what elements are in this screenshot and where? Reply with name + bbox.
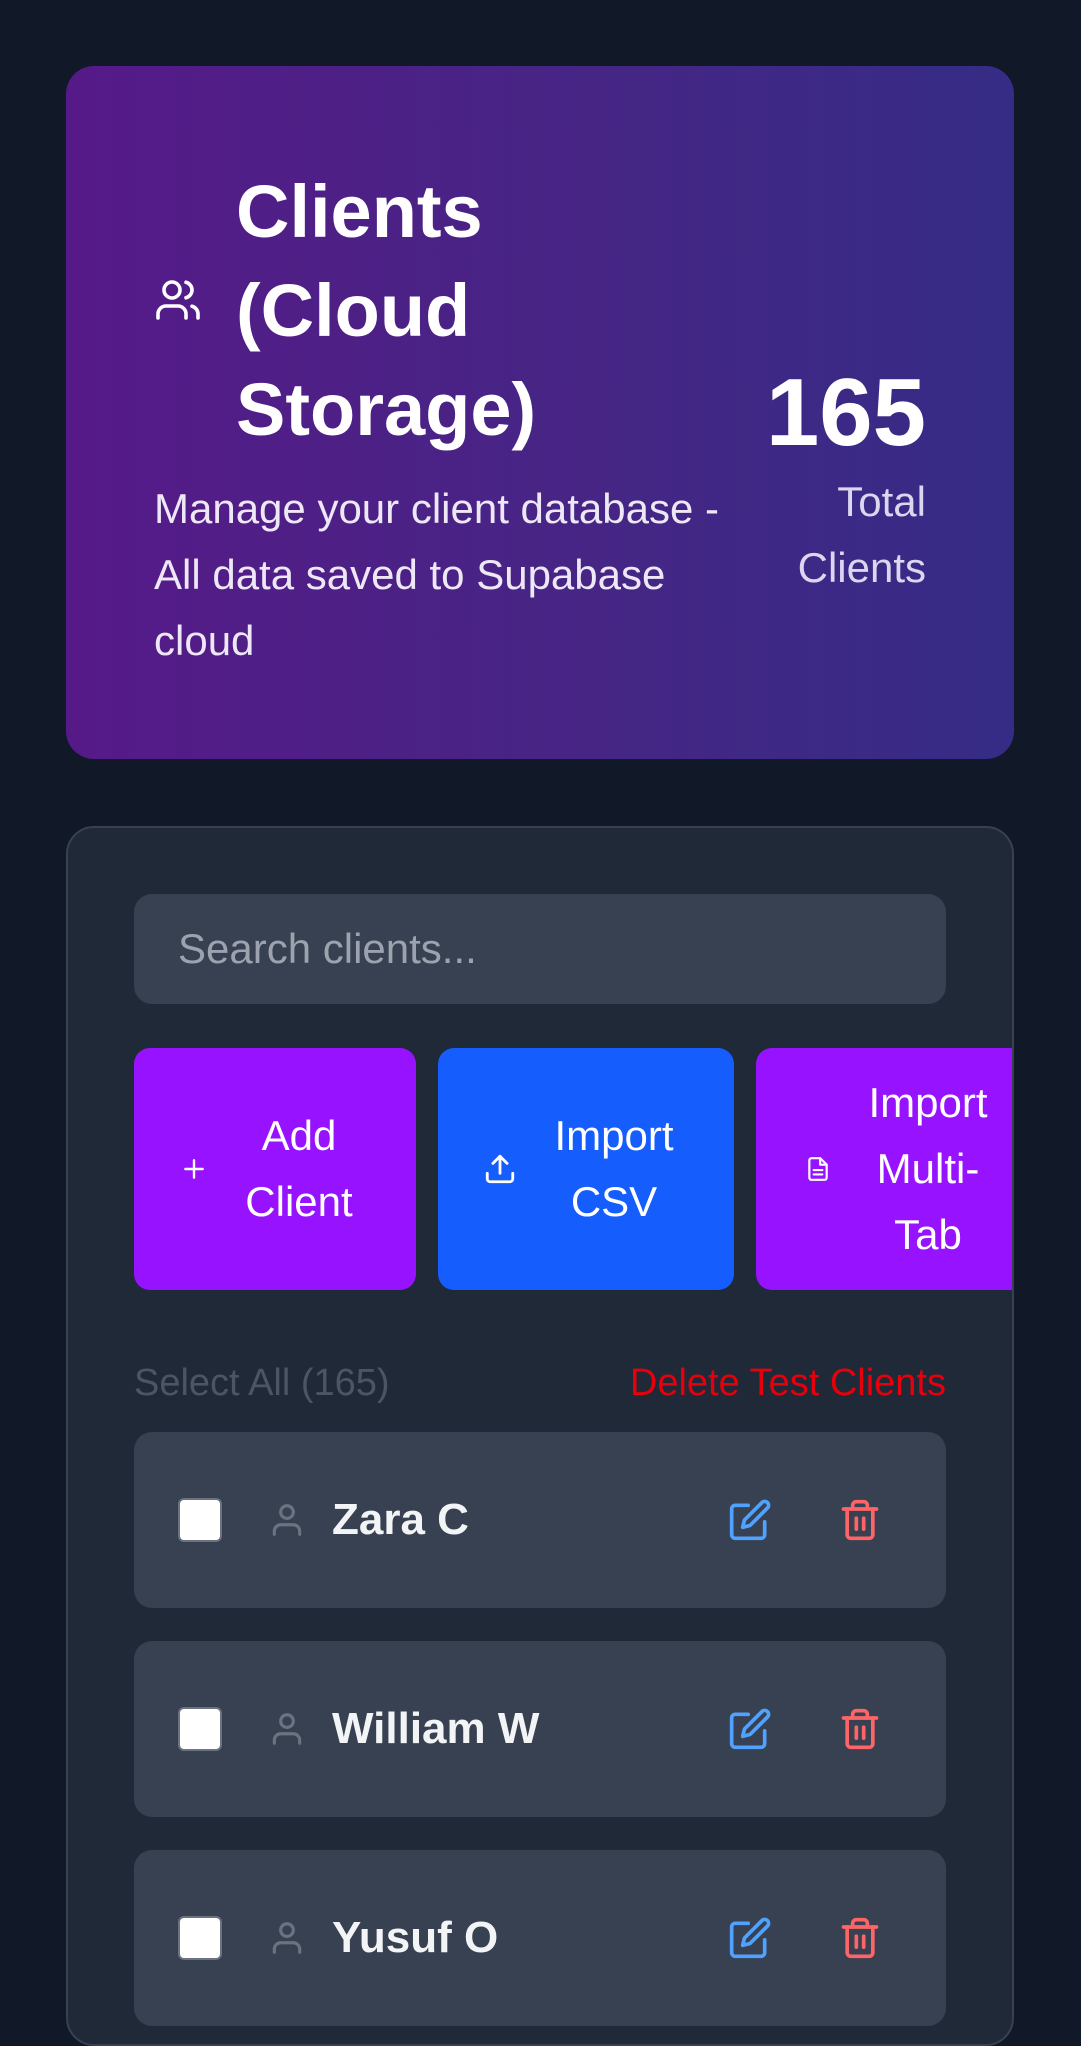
trash-icon[interactable] [838, 1916, 882, 1960]
user-icon [272, 1713, 302, 1745]
edit-icon[interactable] [728, 1916, 772, 1960]
import-csv-button[interactable]: Import CSV [438, 1048, 734, 1290]
client-name[interactable]: William W [332, 1701, 539, 1757]
client-row: Zara C [134, 1432, 946, 1608]
file-spreadsheet-icon [808, 1157, 828, 1181]
page-title: Clients (Cloud Storage) [236, 170, 537, 451]
add-client-label: Add Client [245, 1112, 353, 1225]
import-csv-label: Import CSV [554, 1112, 674, 1225]
clients-panel: Add Client Import CSV Import Multi-Tab S… [66, 826, 1014, 2046]
page-subtitle: Manage your client database - All data s… [154, 485, 720, 664]
trash-icon[interactable] [838, 1498, 882, 1542]
plus-icon [184, 1159, 204, 1179]
edit-icon[interactable] [728, 1707, 772, 1751]
row-checkbox[interactable] [178, 1707, 222, 1751]
client-name[interactable]: Zara C [332, 1492, 469, 1548]
user-icon [272, 1504, 302, 1536]
edit-icon[interactable] [728, 1498, 772, 1542]
header-card: Clients (Cloud Storage) Manage your clie… [66, 66, 1014, 759]
search-input[interactable] [134, 894, 946, 1004]
trash-icon[interactable] [838, 1707, 882, 1751]
row-checkbox[interactable] [178, 1916, 222, 1960]
add-client-button[interactable]: Add Client [134, 1048, 416, 1290]
import-multi-tab-button[interactable]: Import Multi-Tab [756, 1048, 1012, 1290]
client-row: Yusuf O [134, 1850, 946, 2026]
select-all-toggle[interactable]: Select All (165) [134, 1358, 390, 1408]
total-clients-label: Total Clients [797, 478, 926, 591]
row-checkbox[interactable] [178, 1498, 222, 1542]
client-row: William W [134, 1641, 946, 1817]
users-icon [156, 280, 200, 320]
import-multi-tab-label: Import Multi-Tab [868, 1079, 988, 1258]
user-icon [272, 1922, 302, 1954]
client-name[interactable]: Yusuf O [332, 1910, 498, 1966]
delete-test-clients-button[interactable]: Delete Test Clients [630, 1358, 946, 1408]
upload-icon [485, 1154, 515, 1184]
total-clients-count: 165 [765, 359, 926, 466]
